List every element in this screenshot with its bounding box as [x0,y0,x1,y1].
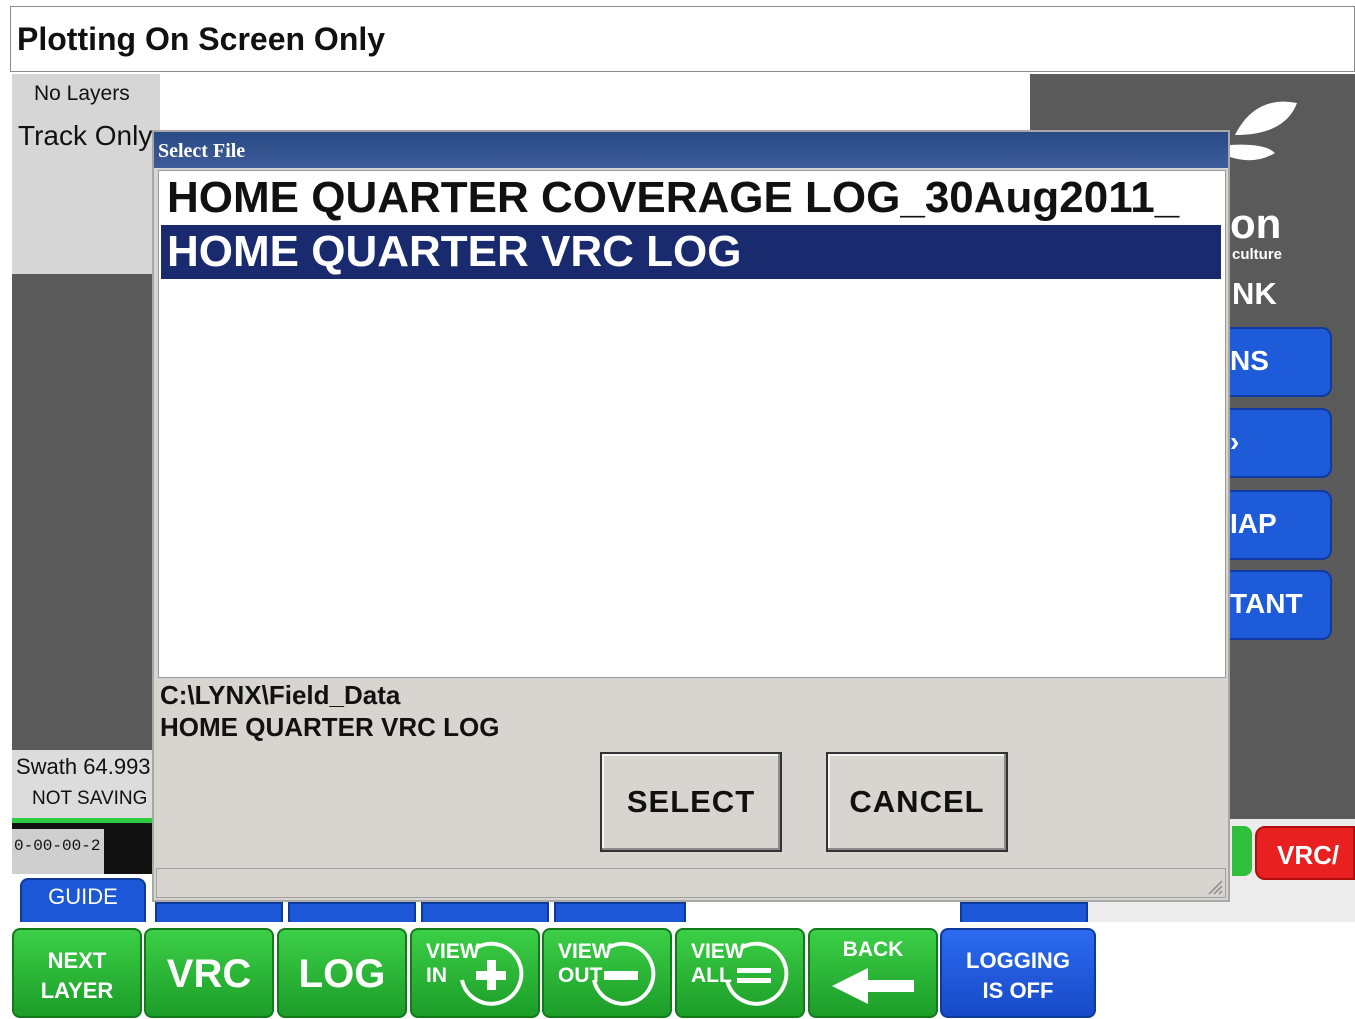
steer-button-partial[interactable] [960,902,1088,924]
layers-label[interactable]: No Layers [34,82,130,106]
right-menu-button-4[interactable]: TANT [1228,570,1332,640]
right-menu-label-4: TANT [1230,588,1303,619]
view-button-partial[interactable] [421,902,549,924]
vrc-tab[interactable]: VRC/ [1255,826,1355,880]
logo-subtext: culture [1232,246,1283,263]
brand-text: NK [1232,276,1277,311]
title-bar: Plotting On Screen Only [10,6,1355,72]
dialog-title: Select File [158,140,246,162]
page-title: Plotting On Screen Only [17,21,386,57]
select-file-dialog: Select File HOME QUARTER COVERAGE LOG_30… [152,130,1230,902]
cancel-button[interactable]: CANCEL [826,752,1008,852]
left-map-area [12,274,160,750]
right-menu-label-1: NS [1230,345,1269,376]
next-layer-button[interactable]: NEXT LAYER [12,928,142,1018]
list-item-selected[interactable]: HOME QUARTER VRC LOG [161,225,1221,279]
file-list[interactable]: HOME QUARTER COVERAGE LOG_30Aug2011_ HOM… [158,170,1226,678]
time-readout: 0-00-00-2 [12,829,104,874]
swath-width: Swath 64.993 [16,754,151,779]
logo-text: on [1230,200,1282,247]
general-setup-button-partial[interactable] [288,902,416,924]
right-menu-button-2[interactable]: › [1228,408,1332,478]
green-status-tab [1232,826,1252,876]
back-label: BACK [842,938,904,961]
resize-grip-icon[interactable] [1205,877,1223,895]
selected-file-name: HOME QUARTER VRC LOG [160,712,500,742]
layer-panel: No Layers Track Only [12,74,160,274]
view-all-button[interactable]: VIEW ALL [675,928,805,1018]
field-button-partial[interactable] [155,902,283,924]
right-menu-label-2: › [1230,426,1240,457]
guide-button[interactable]: GUIDE [20,878,146,928]
track-label: Track Only [18,120,153,151]
back-arrow-icon [832,968,914,1004]
right-menu-button-3[interactable]: IAP [1228,490,1332,560]
vrc-button[interactable]: VRC [144,928,274,1018]
dialog-status-bar [156,868,1226,898]
right-menu-label-3: IAP [1230,508,1277,539]
dialog-title-bar: Select File [154,132,1228,168]
logging-line2: IS OFF [982,978,1054,1003]
right-menu-button-1[interactable]: NS [1228,327,1332,397]
folder-path: C:\LYNX\Field_Data [160,680,401,710]
log-button[interactable]: LOG [277,928,407,1018]
time-strip: 0-00-00-2 [12,818,160,874]
app-window: { "app": { "title": "Plotting On Screen … [0,0,1355,1019]
zoom-in-icon [460,941,524,1006]
saving-status: NOT SAVING [32,788,148,809]
logging-line1: LOGGING [966,948,1070,973]
select-button[interactable]: SELECT [600,752,782,852]
swath-info: Swath 64.993 NOT SAVING [12,750,160,820]
next-layer-line2: LAYER [40,978,114,1003]
view-in-line2: IN [426,964,447,987]
view-all-icon [725,941,789,1006]
zoom-out-icon [592,941,656,1006]
next-layer-line1: NEXT [47,948,107,973]
logging-status-button[interactable]: LOGGING IS OFF [940,928,1096,1018]
list-item[interactable]: HOME QUARTER COVERAGE LOG_30Aug2011_ [161,171,1221,225]
back-button[interactable]: BACK [808,928,938,1018]
overlay-button-partial[interactable] [554,902,686,924]
view-out-button[interactable]: VIEW OUT [542,928,672,1018]
view-in-button[interactable]: VIEW IN [410,928,540,1018]
